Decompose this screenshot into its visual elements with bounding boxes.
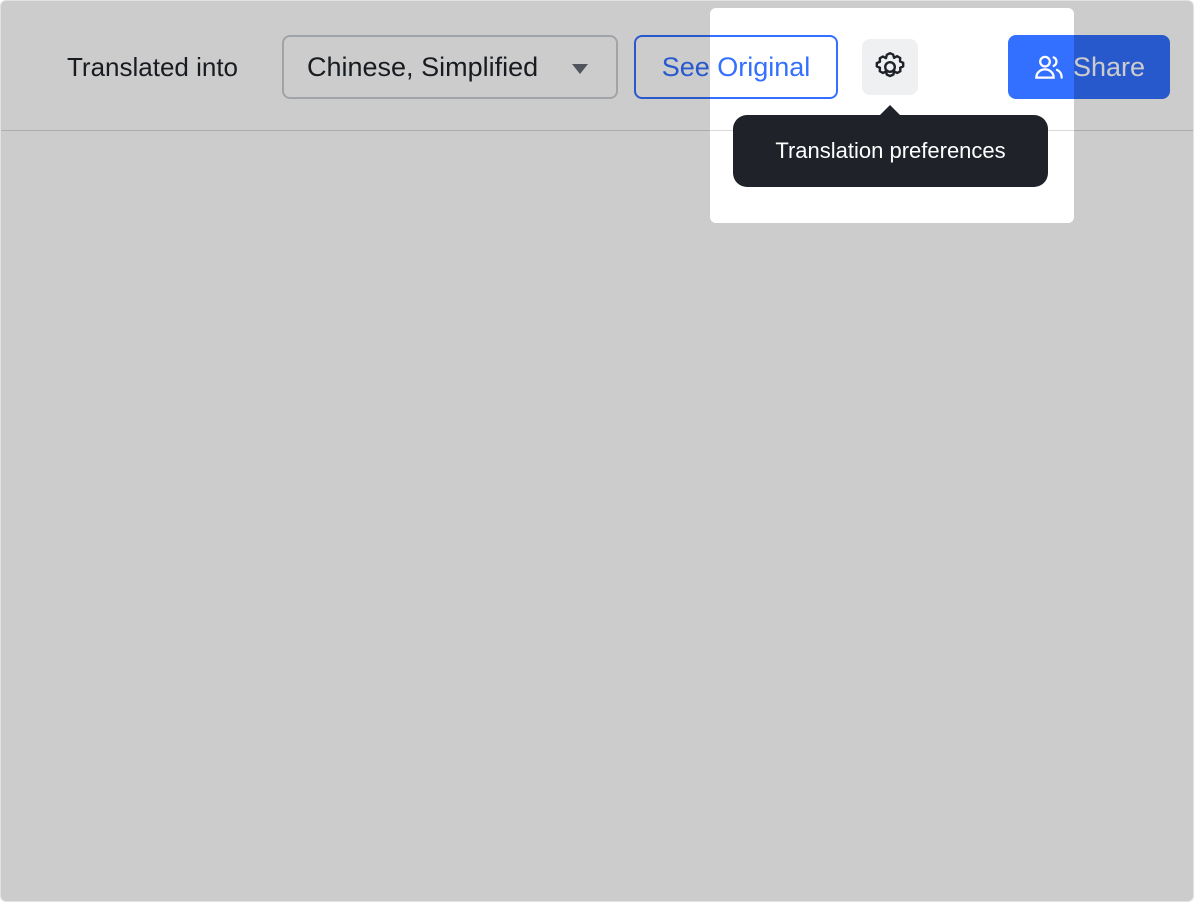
translation-toolbar: Translated into Chinese, Simplified See … bbox=[1, 1, 1193, 131]
language-select[interactable]: Chinese, Simplified bbox=[282, 35, 618, 99]
translation-settings-button[interactable] bbox=[862, 39, 918, 95]
share-button[interactable]: Share bbox=[1008, 35, 1170, 99]
gear-icon bbox=[875, 52, 905, 78]
users-icon bbox=[1035, 55, 1063, 79]
see-original-button[interactable]: See Original bbox=[634, 35, 838, 99]
tooltip-text: Translation preferences bbox=[775, 138, 1006, 163]
translated-into-label: Translated into bbox=[67, 52, 239, 82]
tooltip-arrow bbox=[879, 105, 901, 116]
translation-preferences-tooltip: Translation preferences bbox=[733, 105, 1048, 187]
language-select-value: Chinese, Simplified bbox=[307, 51, 539, 82]
caret-down-icon bbox=[572, 64, 588, 74]
share-button-label: Share bbox=[1072, 51, 1146, 82]
app-frame: Translated into Chinese, Simplified See … bbox=[0, 0, 1194, 902]
